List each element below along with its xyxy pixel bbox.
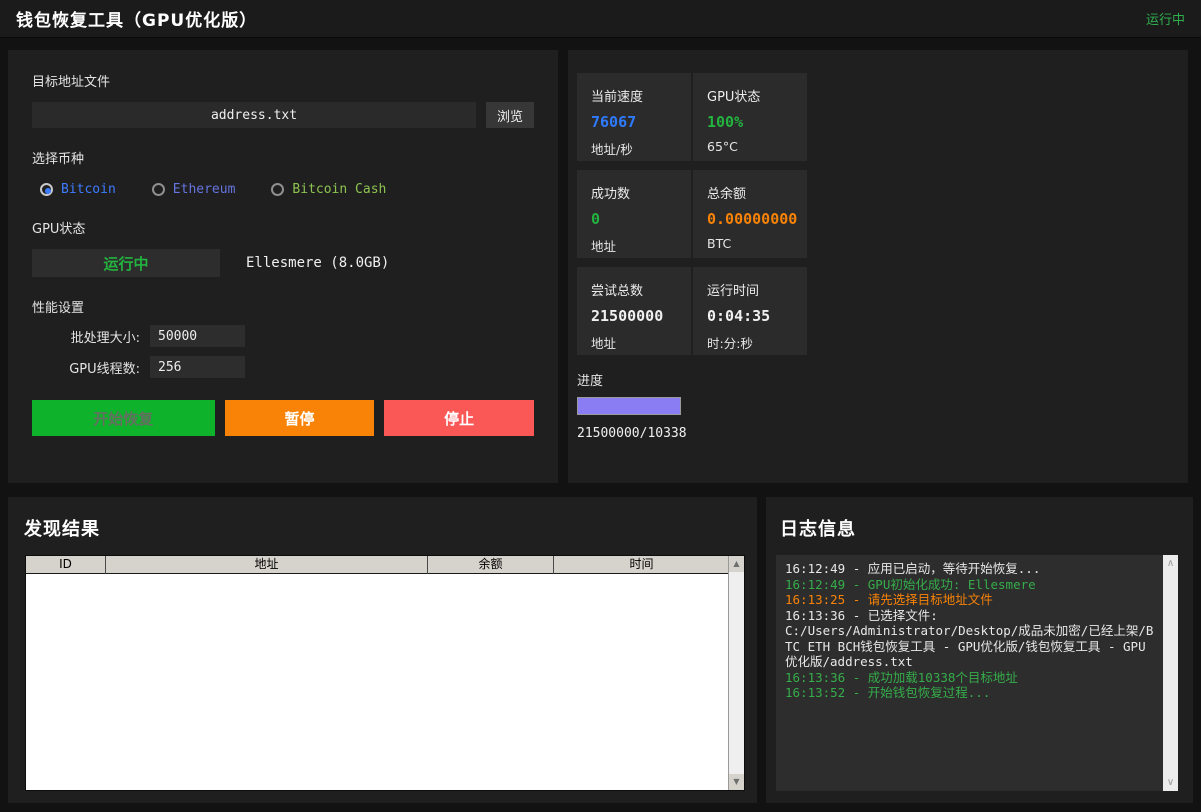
gpu-threads-input[interactable] (150, 356, 245, 378)
gpu-threads-row: GPU线程数: (32, 356, 534, 378)
pause-button[interactable]: 暂停 (225, 400, 375, 436)
file-row: 浏览 (32, 102, 534, 128)
column-header-time[interactable]: 时间 (554, 556, 730, 574)
results-table-body (26, 574, 728, 790)
stop-button[interactable]: 停止 (384, 400, 534, 436)
stat-unit: 地址 (591, 333, 683, 352)
progress-bar-fill (578, 398, 680, 414)
log-line: 16:12:49 - 应用已启动，等待开始恢复... (785, 561, 1154, 577)
gpu-device-name: Ellesmere (8.0GB) (246, 255, 389, 271)
browse-button[interactable]: 浏览 (486, 102, 534, 128)
stat-value: 0:04:35 (707, 307, 799, 325)
stat-label: 总余额 (707, 183, 799, 202)
log-scrollbar[interactable]: ∧ ∨ (1163, 555, 1178, 791)
radio-bitcoin-cash[interactable]: Bitcoin Cash (271, 182, 386, 197)
batch-size-label: 批处理大小: (32, 327, 140, 346)
scroll-down-icon[interactable]: ▼ (729, 774, 744, 790)
chevron-down-icon[interactable]: ∨ (1163, 777, 1178, 788)
stat-value: 21500000 (591, 307, 683, 325)
progress-bar (577, 397, 681, 415)
gpu-status-row: 运行中 Ellesmere (8.0GB) (32, 249, 534, 277)
stat-value: 0 (591, 210, 683, 228)
chevron-up-icon[interactable]: ∧ (1163, 558, 1178, 569)
stat-label: 当前速度 (591, 86, 683, 105)
column-header-balance[interactable]: 余额 (428, 556, 554, 574)
titlebar: 钱包恢复工具（GPU优化版） 运行中 (0, 0, 1201, 38)
run-status-badge: 运行中 (1146, 9, 1185, 28)
config-panel: 目标地址文件 浏览 选择币种 Bitcoin Ethereum Bitcoin … (8, 50, 558, 483)
radio-ethereum-label: Ethereum (173, 182, 236, 197)
log-line: 16:13:36 - 已选择文件: (785, 608, 1154, 624)
address-file-input[interactable] (32, 102, 476, 128)
batch-size-input[interactable] (150, 325, 245, 347)
stat-label: 运行时间 (707, 280, 799, 299)
app-title: 钱包恢复工具（GPU优化版） (16, 6, 257, 31)
performance-settings-label: 性能设置 (32, 297, 534, 316)
stat-unit: 65°C (707, 139, 799, 154)
log-panel: 日志信息 16:12:49 - 应用已启动，等待开始恢复... 16:12:49… (766, 497, 1193, 803)
coin-select-label: 选择币种 (32, 148, 534, 167)
results-panel: 发现结果 ID 地址 余额 时间 ▲ ▼ (8, 497, 757, 803)
stat-card-attempts: 尝试总数 21500000 地址 (577, 267, 691, 355)
log-line: 16:13:52 - 开始钱包恢复过程... (785, 685, 1154, 701)
stat-unit: 地址/秒 (591, 139, 683, 158)
stat-unit: 地址 (591, 236, 683, 255)
column-header-address[interactable]: 地址 (106, 556, 428, 574)
radio-unselected-icon (271, 183, 284, 196)
stat-label: 尝试总数 (591, 280, 683, 299)
log-line: 16:12:49 - GPU初始化成功: Ellesmere (785, 577, 1154, 593)
stat-unit: BTC (707, 236, 799, 251)
log-output: 16:12:49 - 应用已启动，等待开始恢复... 16:12:49 - GP… (776, 555, 1178, 791)
stat-unit: 时:分:秒 (707, 333, 799, 352)
stat-card-balance: 总余额 0.00000000 BTC (693, 170, 807, 258)
results-table: ID 地址 余额 时间 ▲ ▼ (25, 555, 745, 791)
progress-count: 21500000/10338 (577, 426, 1188, 441)
radio-bitcoin-label: Bitcoin (61, 182, 116, 197)
stat-card-gpu: GPU状态 100% 65°C (693, 73, 807, 161)
results-table-header: ID 地址 余额 时间 (26, 556, 744, 574)
gpu-status-indicator: 运行中 (32, 249, 220, 277)
log-line: C:/Users/Administrator/Desktop/成品未加密/已经上… (785, 623, 1154, 670)
coin-options: Bitcoin Ethereum Bitcoin Cash (40, 182, 534, 197)
log-title: 日志信息 (780, 515, 856, 541)
stat-label: GPU状态 (707, 86, 799, 105)
log-line: 16:13:25 - 请先选择目标地址文件 (785, 592, 1154, 608)
results-scrollbar[interactable]: ▲ ▼ (728, 556, 744, 790)
radio-unselected-icon (152, 183, 165, 196)
radio-bitcoin[interactable]: Bitcoin (40, 182, 116, 197)
column-header-id[interactable]: ID (26, 556, 106, 574)
results-title: 发现结果 (24, 515, 100, 541)
stat-card-runtime: 运行时间 0:04:35 时:分:秒 (693, 267, 807, 355)
stat-value: 100% (707, 113, 799, 131)
progress-label: 进度 (577, 370, 1188, 389)
gpu-status-label: GPU状态 (32, 218, 534, 237)
radio-selected-icon (40, 183, 53, 196)
stat-value: 0.00000000 (707, 210, 799, 228)
log-line: 16:13:36 - 成功加载10338个目标地址 (785, 670, 1154, 686)
target-file-label: 目标地址文件 (32, 71, 534, 90)
start-recovery-button[interactable]: 开始恢复 (32, 400, 215, 436)
batch-size-row: 批处理大小: (32, 325, 534, 347)
radio-ethereum[interactable]: Ethereum (152, 182, 236, 197)
action-buttons: 开始恢复 暂停 停止 (32, 400, 534, 436)
gpu-threads-label: GPU线程数: (32, 358, 140, 377)
scroll-up-icon[interactable]: ▲ (729, 556, 744, 572)
stat-cards: 当前速度 76067 地址/秒 GPU状态 100% 65°C 成功数 0 地址… (577, 73, 1188, 355)
stat-value: 76067 (591, 113, 683, 131)
radio-bitcoin-cash-label: Bitcoin Cash (292, 182, 386, 197)
stat-card-success: 成功数 0 地址 (577, 170, 691, 258)
stats-panel: 当前速度 76067 地址/秒 GPU状态 100% 65°C 成功数 0 地址… (568, 50, 1188, 483)
stat-label: 成功数 (591, 183, 683, 202)
stat-card-speed: 当前速度 76067 地址/秒 (577, 73, 691, 161)
